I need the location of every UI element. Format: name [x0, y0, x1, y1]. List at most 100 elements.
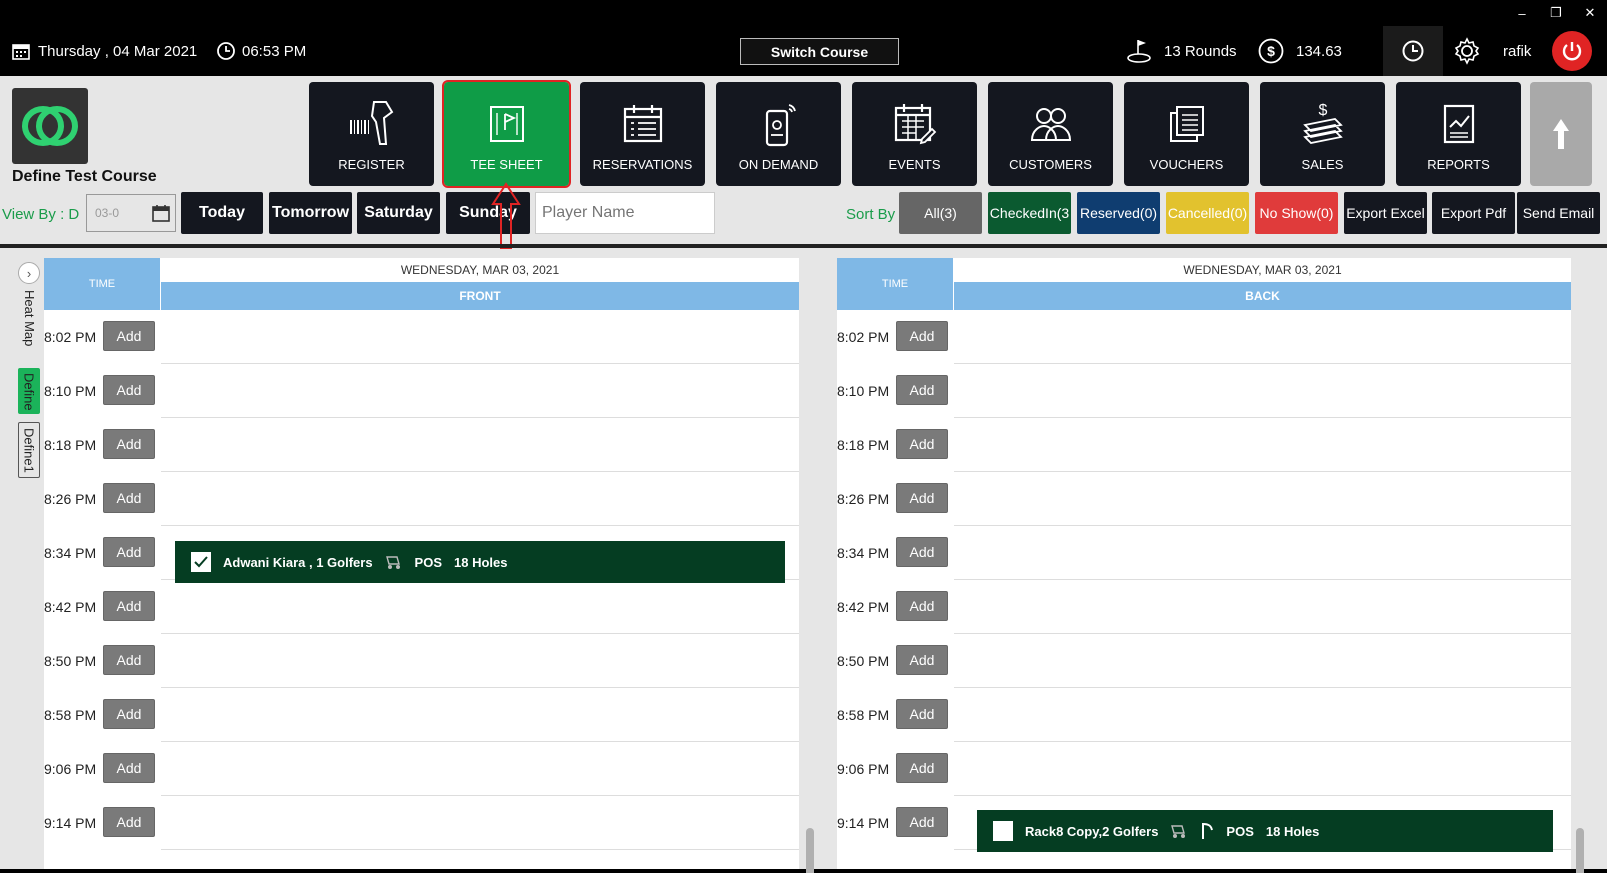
add-tee-time-button[interactable]: Add [896, 645, 948, 675]
filter-all-button[interactable]: All(3) [899, 192, 982, 234]
minimize-button[interactable]: – [1505, 0, 1539, 26]
nav-sales-button[interactable]: $ SALES [1260, 82, 1385, 186]
add-tee-time-button[interactable]: Add [103, 429, 155, 459]
add-tee-time-button[interactable]: Add [896, 375, 948, 405]
course-logo [12, 88, 88, 164]
tee-slot[interactable] [161, 364, 799, 418]
add-tee-time-button[interactable]: Add [103, 591, 155, 621]
nav-reservations-button[interactable]: RESERVATIONS [580, 82, 705, 186]
nav-customers-button[interactable]: CUSTOMERS [988, 82, 1113, 186]
expand-side-button[interactable]: › [18, 262, 40, 284]
power-button[interactable] [1552, 31, 1592, 71]
add-tee-time-button[interactable]: Add [896, 753, 948, 783]
barcode-scanner-icon [349, 101, 393, 145]
tee-slot[interactable] [161, 310, 799, 364]
nav-events-button[interactable]: EVENTS [852, 82, 977, 186]
add-tee-time-button[interactable]: Add [103, 645, 155, 675]
tomorrow-button[interactable]: Tomorrow [269, 192, 352, 234]
tee-slot[interactable] [161, 688, 799, 742]
booking-checkbox[interactable] [191, 552, 211, 572]
player-name-input[interactable] [535, 192, 715, 234]
back-tee-sheet: TIME WEDNESDAY, MAR 03, 2021 BACK 8:02 P… [837, 258, 1571, 869]
add-tee-time-button[interactable]: Add [103, 807, 155, 837]
back-scrollbar[interactable] [1576, 828, 1584, 873]
add-tee-time-button[interactable]: Add [103, 483, 155, 513]
tee-time-row: 8:02 PM Add [837, 310, 1571, 364]
tee-time-row: 8:26 PM Add [837, 472, 1571, 526]
date-picker[interactable]: 03-0 [86, 194, 176, 232]
tee-time-row: 8:10 PM Add [837, 364, 1571, 418]
add-tee-time-button[interactable]: Add [103, 753, 155, 783]
tee-slot[interactable] [954, 472, 1571, 526]
tee-time-label: 8:58 PM [44, 707, 97, 723]
gear-icon[interactable] [1453, 37, 1481, 65]
tee-slot[interactable] [954, 418, 1571, 472]
rounds-display: 13 Rounds [1126, 26, 1237, 76]
front-scrollbar[interactable] [806, 828, 814, 873]
add-tee-time-button[interactable]: Add [896, 483, 948, 513]
window-controls: – ❐ ✕ [1505, 0, 1607, 26]
tee-slot[interactable] [954, 688, 1571, 742]
nav-on-demand-button[interactable]: ON DEMAND [716, 82, 841, 186]
add-tee-time-button[interactable]: Add [103, 537, 155, 567]
booking-holes: 18 Holes [1265, 823, 1320, 839]
send-email-button[interactable]: Send Email [1517, 192, 1600, 234]
history-button[interactable] [1383, 26, 1443, 76]
define1-tab[interactable]: Define1 [18, 422, 40, 479]
time-display: 06:53 PM [216, 26, 306, 76]
rounds-count: 13 Rounds [1164, 42, 1237, 60]
course-name: Define Test Course [12, 168, 157, 185]
tee-slot[interactable] [954, 310, 1571, 364]
export-excel-button[interactable]: Export Excel [1344, 192, 1427, 234]
add-tee-time-button[interactable]: Add [103, 321, 155, 351]
front-booking[interactable]: Adwani Kiara , 1 Golfers POS 18 Holes [175, 541, 785, 583]
tee-slot[interactable] [161, 418, 799, 472]
booking-text: Adwani Kiara , 1 Golfers [223, 554, 373, 570]
nav-reports-button[interactable]: REPORTS [1396, 82, 1521, 186]
nav-register-button[interactable]: REGISTER [309, 82, 434, 186]
tee-time-row: 9:06 PM Add [837, 742, 1571, 796]
booking-checkbox[interactable] [993, 821, 1013, 841]
tee-slot[interactable] [954, 634, 1571, 688]
tee-slot[interactable] [954, 364, 1571, 418]
add-tee-time-button[interactable]: Add [103, 375, 155, 405]
scroll-up-button[interactable] [1530, 82, 1592, 186]
export-pdf-button[interactable]: Export Pdf [1432, 192, 1515, 234]
filter-cancelled-button[interactable]: Cancelled(0) [1166, 192, 1249, 234]
sort-by-label: Sort By [846, 206, 896, 223]
today-button[interactable]: Today [181, 192, 263, 234]
calendar-icon[interactable] [151, 203, 171, 223]
tee-time-label: 8:42 PM [44, 599, 97, 615]
tee-slot[interactable] [161, 472, 799, 526]
add-tee-time-button[interactable]: Add [896, 807, 948, 837]
heat-map-label[interactable]: Heat Map [22, 290, 37, 346]
nav-tee-sheet-button[interactable]: TEE SHEET [442, 80, 571, 188]
add-tee-time-button[interactable]: Add [896, 699, 948, 729]
tee-slot[interactable] [954, 580, 1571, 634]
tee-slot[interactable] [161, 634, 799, 688]
main-area: Define Test Course REGISTER TEE SHEET RE… [0, 76, 1607, 873]
add-tee-time-button[interactable]: Add [103, 699, 155, 729]
back-booking[interactable]: Rack8 Copy,2 Golfers POS 18 Holes [977, 810, 1553, 852]
filter-reserved-button[interactable]: Reserved(0) [1077, 192, 1160, 234]
tee-slot[interactable] [161, 580, 799, 634]
tee-slot[interactable] [161, 742, 799, 796]
nav-vouchers-button[interactable]: VOUCHERS [1124, 82, 1249, 186]
tee-slot[interactable] [954, 526, 1571, 580]
add-tee-time-button[interactable]: Add [896, 321, 948, 351]
saturday-button[interactable]: Saturday [357, 192, 440, 234]
add-tee-time-button[interactable]: Add [896, 591, 948, 621]
switch-course-button[interactable]: Switch Course [740, 38, 899, 65]
add-tee-time-button[interactable]: Add [896, 429, 948, 459]
restore-button[interactable]: ❐ [1539, 0, 1573, 26]
tee-slot[interactable] [161, 796, 799, 850]
define-tab[interactable]: Define [18, 368, 40, 415]
close-window-button[interactable]: ✕ [1573, 0, 1607, 26]
tee-slot[interactable] [954, 742, 1571, 796]
customers-icon [1030, 108, 1071, 141]
tee-time-row: 8:58 PM Add [44, 688, 799, 742]
filter-noshow-button[interactable]: No Show(0) [1255, 192, 1338, 234]
add-tee-time-button[interactable]: Add [896, 537, 948, 567]
filter-checkedin-button[interactable]: CheckedIn(3 [988, 192, 1071, 234]
history-clock-icon [1402, 40, 1424, 62]
